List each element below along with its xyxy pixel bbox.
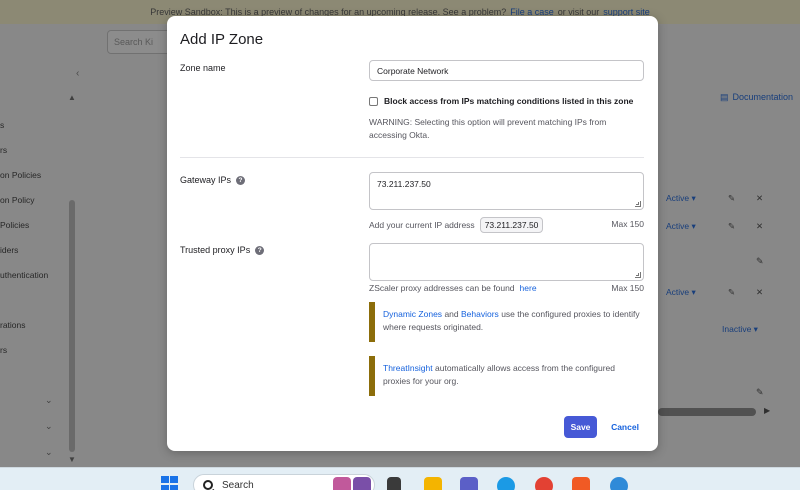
block-access-checkbox[interactable] <box>369 96 378 106</box>
file-explorer-icon[interactable] <box>424 477 442 490</box>
teams-icon[interactable] <box>460 477 478 490</box>
current-ip-chip[interactable]: 73.211.237.50 <box>479 217 544 233</box>
zone-name-label: Zone name <box>180 63 226 73</box>
help-icon[interactable]: ? <box>255 245 265 255</box>
search-icon <box>203 480 213 490</box>
zone-name-label-text: Zone name <box>180 63 226 73</box>
trusted-proxy-ips-max: Max 150 <box>611 283 644 293</box>
dynamic-zones-link[interactable]: Dynamic Zones <box>383 309 442 319</box>
threatinsight-link[interactable]: ThreatInsight <box>383 363 433 373</box>
resize-handle-icon[interactable] <box>635 272 641 278</box>
gateway-ips-label-text: Gateway IPs <box>180 175 232 185</box>
block-access-option[interactable]: Block access from IPs matching condition… <box>369 96 633 106</box>
trusted-proxy-ips-label: Trusted proxy IPs ? <box>180 245 265 255</box>
chrome-browser-icon[interactable] <box>535 477 553 490</box>
hat-app-icon[interactable] <box>353 477 371 490</box>
gateway-ips-hint: Add your current IP address 73.211.237.5… <box>369 217 544 233</box>
taskbar: Search <box>0 467 800 490</box>
cancel-button[interactable]: Cancel <box>608 416 642 438</box>
gateway-ips-textarea[interactable]: 73.211.237.50 <box>369 172 644 210</box>
threatinsight-callout: ThreatInsight automatically allows acces… <box>369 356 644 396</box>
brave-browser-icon[interactable] <box>572 477 590 490</box>
resize-handle-icon[interactable] <box>635 201 641 207</box>
dialog-title: Add IP Zone <box>180 31 264 48</box>
add-ip-zone-dialog: Add IP Zone Zone name Block access from … <box>167 16 658 451</box>
windows-start-icon[interactable] <box>161 476 179 490</box>
trusted-proxy-ips-label-text: Trusted proxy IPs <box>180 245 251 255</box>
edge-browser-icon[interactable] <box>497 477 515 490</box>
trusted-proxy-ips-textarea[interactable] <box>369 243 644 281</box>
section-divider <box>180 157 644 158</box>
gateway-ips-value: 73.211.237.50 <box>377 179 431 189</box>
zscaler-hint-text: ZScaler proxy addresses can be found <box>369 283 515 293</box>
task-view-icon[interactable] <box>387 477 401 490</box>
chrome-profile-icon[interactable] <box>610 477 628 490</box>
gateway-ips-max: Max 150 <box>611 219 644 229</box>
block-access-warning: WARNING: Selecting this option will prev… <box>369 117 607 140</box>
add-current-ip-text: Add your current IP address <box>369 220 475 230</box>
widgets-app-icon[interactable] <box>333 477 351 490</box>
taskbar-search-label: Search <box>222 479 254 490</box>
callout-and-text: and <box>444 309 459 319</box>
behaviors-link[interactable]: Behaviors <box>461 309 499 319</box>
zscaler-here-link[interactable]: here <box>520 283 537 293</box>
trusted-proxy-hint: ZScaler proxy addresses can be found her… <box>369 283 537 293</box>
block-access-label[interactable]: Block access from IPs matching condition… <box>384 96 633 106</box>
save-button[interactable]: Save <box>564 416 597 438</box>
dynamic-zones-callout: Dynamic Zones and Behaviors use the conf… <box>369 302 644 342</box>
gateway-ips-label: Gateway IPs ? <box>180 175 246 185</box>
help-icon[interactable]: ? <box>236 175 246 185</box>
zone-name-input[interactable] <box>369 60 644 81</box>
